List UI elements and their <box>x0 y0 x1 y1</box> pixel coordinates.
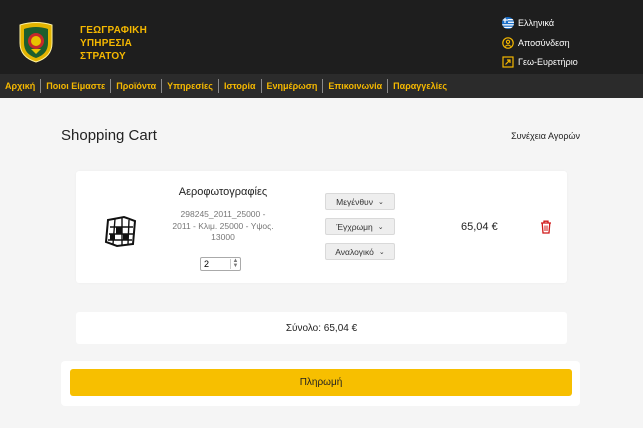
chevron-down-icon: ⌄ <box>377 198 384 206</box>
quantity-value: 2 <box>204 259 210 269</box>
color-select[interactable]: Έγχρωμη ⌄ <box>325 218 395 235</box>
continue-shopping-link[interactable]: Συνέχεια Αγορών <box>511 131 580 141</box>
brand-line-2: ΥΠΗΡΕΣΙΑ <box>80 38 133 49</box>
greek-flag-icon <box>502 17 514 29</box>
product-desc-line-1: 298245_2011_25000 - <box>180 209 266 219</box>
nav-item-orders[interactable]: Παραγγελίες <box>388 79 452 93</box>
nav-item-history[interactable]: Ιστορία <box>219 79 262 93</box>
main-nav: Αρχική Ποιοι Είμαστε Προϊόντα Υπηρεσίες … <box>0 74 643 98</box>
language-label: Ελληνικά <box>518 18 555 28</box>
chevron-down-icon: ⌄ <box>378 248 385 256</box>
enlargement-select[interactable]: Μεγένθυν ⌄ <box>325 193 395 210</box>
format-select-value: Αναλογικό <box>335 246 374 257</box>
product-desc-line-3: 13000 <box>211 232 235 242</box>
product-description: 298245_2011_25000 - 2011 - Κλιμ. 25000 -… <box>163 209 283 244</box>
nav-item-home[interactable]: Αρχική <box>0 79 42 93</box>
nav-item-about[interactable]: Ποιοι Είμαστε <box>41 79 112 93</box>
chevron-down-icon: ⌄ <box>377 223 384 231</box>
trash-icon[interactable] <box>540 220 552 234</box>
format-select[interactable]: Αναλογικό ⌄ <box>325 243 395 260</box>
geo-index-link[interactable]: Γεω-Ευρετήριο <box>502 56 578 68</box>
product-desc-line-2: 2011 - Κλιμ. 25000 - Υψος. <box>172 220 274 231</box>
army-crest-logo[interactable] <box>17 21 55 63</box>
brand-name[interactable]: ΓΕΩΓΡΑΦΙΚΗ ΥΠΗΡΕΣΙΑ ΣΤΡΑΤΟΥ <box>80 24 147 63</box>
nav-item-contact[interactable]: Επικοινωνία <box>323 79 389 93</box>
cart-total: Σύνολο: 65,04 € <box>76 312 567 344</box>
external-map-icon <box>502 56 514 68</box>
geo-index-label: Γεω-Ευρετήριο <box>518 57 578 67</box>
brand-line-1: ΓΕΩΓΡΑΦΙΚΗ <box>80 25 148 36</box>
user-icon <box>502 37 514 49</box>
quantity-stepper[interactable]: 2 ▲ ▼ <box>200 257 241 271</box>
enlargement-select-value: Μεγένθυν <box>336 196 373 207</box>
aerial-map-icon <box>104 215 137 248</box>
logout-label: Αποσύνδεση <box>518 38 570 48</box>
page-title: Shopping Cart <box>61 127 157 144</box>
logout-link[interactable]: Αποσύνδεση <box>502 37 570 49</box>
nav-item-products[interactable]: Προϊόντα <box>111 79 163 93</box>
nav-item-services[interactable]: Υπηρεσίες <box>162 79 219 93</box>
item-price: 65,04 € <box>461 221 498 233</box>
language-switch[interactable]: Ελληνικά <box>502 17 554 29</box>
color-select-value: Έγχρωμη <box>336 221 373 232</box>
nav-item-news[interactable]: Ενημέρωση <box>262 79 324 93</box>
pay-button[interactable]: Πληρωμή <box>70 369 572 396</box>
stepper-arrows-icon[interactable]: ▲ ▼ <box>230 258 240 269</box>
product-name: Αεροφωτογραφίες <box>178 186 268 198</box>
site-header: ΓΕΩΓΡΑΦΙΚΗ ΥΠΗΡΕΣΙΑ ΣΤΡΑΤΟΥ Ελληνικά Απο… <box>0 0 643 74</box>
brand-line-3: ΣΤΡΑΤΟΥ <box>80 51 126 62</box>
